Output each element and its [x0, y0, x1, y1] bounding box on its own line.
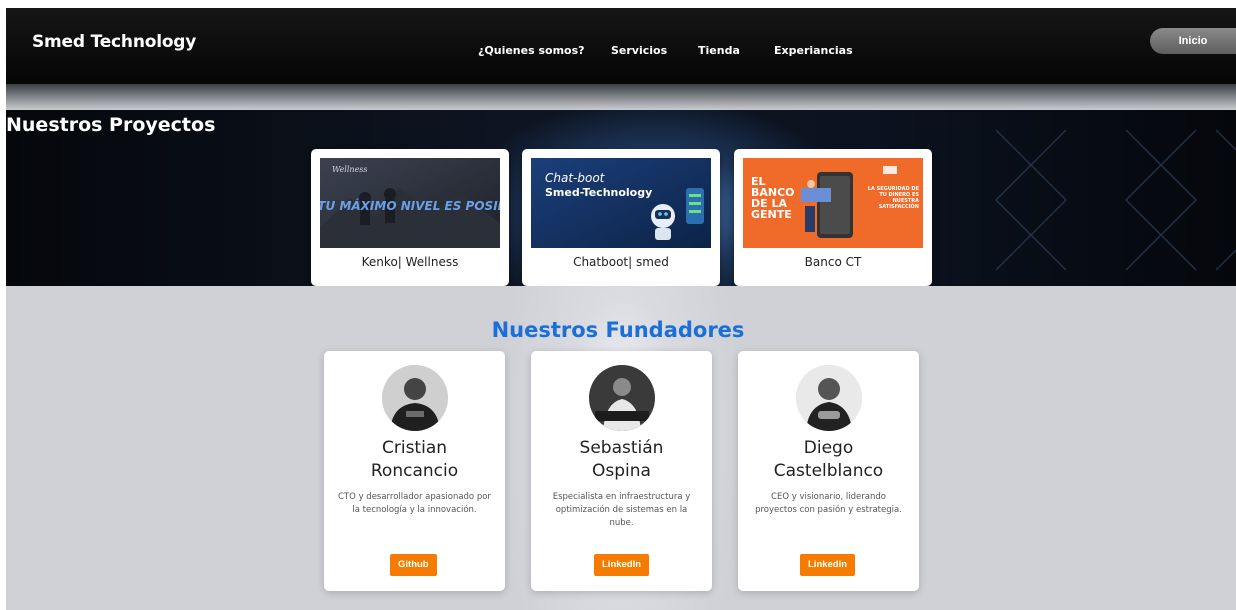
founder-name: Cristian Roncancio	[324, 437, 505, 483]
top-navbar: Smed Technology ¿Quienes somos? Servicio…	[6, 8, 1236, 84]
thumb-subtitle: Smed-Technology	[545, 186, 652, 199]
founder-first-name: Diego	[803, 438, 854, 458]
avatar	[589, 365, 655, 431]
founder-name: Diego Castelblanco	[738, 437, 919, 483]
founder-description: CTO y desarrollador apasionado por la te…	[338, 492, 491, 515]
project-thumbnail: EL BANCO DE LA GENTE LA SEGURIDAD DE TU …	[743, 158, 923, 248]
thumb-headline: TU MÁXIMO NIVEL ES POSIBLE	[320, 198, 500, 213]
founder-last-name: Roncancio	[370, 461, 459, 481]
nav-item-experiancias[interactable]: Experiancias	[774, 44, 853, 57]
founder-name: Sebastián Ospina	[531, 437, 712, 483]
founder-card-sebastian: Sebastián Ospina Especialista en infraes…	[531, 351, 712, 591]
founder-first-name: Cristian	[381, 438, 448, 458]
linkedin-button[interactable]: LinkedIn	[594, 554, 650, 576]
avatar	[382, 365, 448, 431]
founder-card-diego: Diego Castelblanco CEO y visionario, lid…	[738, 351, 919, 591]
founder-last-name: Castelblanco	[773, 461, 884, 481]
project-card-kenko[interactable]: Wellness TU MÁXIMO NIVEL ES POSIBLE Kenk…	[311, 149, 509, 286]
linkedin-button[interactable]: LinkedIn	[800, 554, 856, 576]
decorative-pattern	[994, 129, 1236, 271]
projects-heading: Nuestros Proyectos	[6, 114, 216, 136]
main-nav: ¿Quienes somos? Servicios Tienda Experia…	[6, 44, 1236, 62]
thumb-title: Chat-boot	[545, 171, 606, 185]
avatar	[796, 365, 862, 431]
project-label: Banco CT	[804, 255, 862, 269]
founder-description: Especialista en infraestructura y optimi…	[552, 492, 691, 528]
thumb-side-text: LA SEGURIDAD DE TU DINERO ES NUESTRA SAT…	[867, 186, 919, 210]
page: Smed Technology ¿Quienes somos? Servicio…	[0, 0, 1236, 610]
nav-item-tienda[interactable]: Tienda	[698, 44, 740, 57]
thumb-headline: EL BANCO DE LA GENTE	[751, 176, 795, 221]
project-thumbnail: Chat-boot Smed-Technology	[531, 158, 711, 248]
founders-heading: Nuestros Fundadores	[491, 318, 745, 342]
project-card-chatboot[interactable]: Chat-boot Smed-Technology Chatboot| smed	[522, 149, 720, 286]
nav-item-servicios[interactable]: Servicios	[611, 44, 667, 57]
project-label: Chatboot| smed	[573, 255, 669, 269]
project-card-banco-ct[interactable]: EL BANCO DE LA GENTE LA SEGURIDAD DE TU …	[734, 149, 932, 286]
project-label: Kenko| Wellness	[361, 255, 459, 269]
founder-card-cristian: Cristian Roncancio CTO y desarrollador a…	[324, 351, 505, 591]
inicio-button[interactable]: Inicio	[1150, 28, 1236, 54]
founder-first-name: Sebastián	[579, 438, 664, 458]
github-button[interactable]: Github	[390, 554, 437, 576]
project-thumbnail: Wellness TU MÁXIMO NIVEL ES POSIBLE	[320, 158, 500, 248]
header-divider-strip	[6, 84, 1236, 110]
nav-item-quienes-somos[interactable]: ¿Quienes somos?	[478, 44, 585, 57]
founder-description: CEO y visionario, liderando proyectos co…	[755, 492, 902, 515]
founder-last-name: Ospina	[592, 461, 651, 481]
thumb-small-label: Wellness	[332, 165, 368, 174]
